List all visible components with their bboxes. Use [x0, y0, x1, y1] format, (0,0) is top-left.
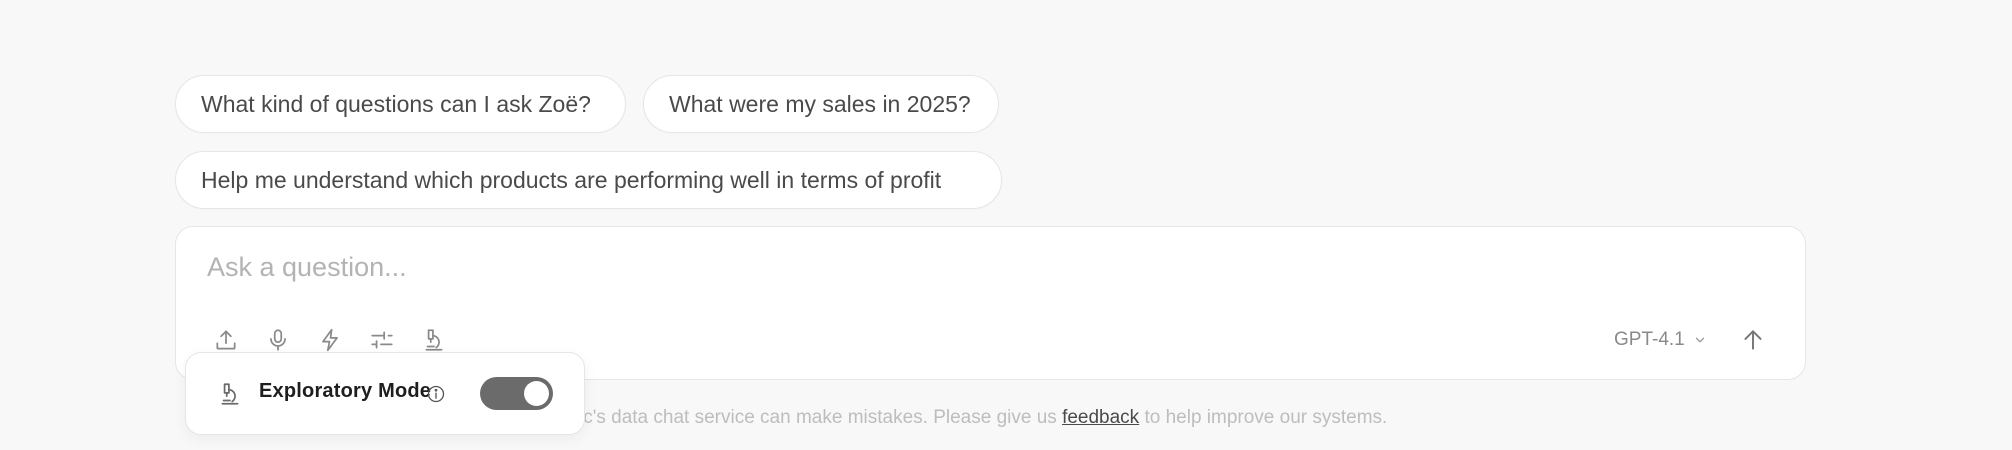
- model-selector[interactable]: GPT-4.1: [1614, 325, 1707, 355]
- question-input[interactable]: [207, 247, 1767, 287]
- info-icon[interactable]: [426, 384, 446, 404]
- microphone-icon: [270, 329, 286, 351]
- microscope-icon: [221, 383, 239, 405]
- lightning-icon: [322, 328, 338, 352]
- arrow-up-icon: [1744, 330, 1762, 350]
- disclaimer-before: lytic's data chat service can make mista…: [560, 407, 1063, 428]
- microscope-icon: [425, 329, 443, 351]
- send-button[interactable]: [1731, 318, 1775, 362]
- disclaimer-text: lytic's data chat service can make mista…: [560, 407, 1387, 429]
- chat-stage: What kind of questions can I ask Zoë? Wh…: [0, 0, 2012, 450]
- suggestion-chip[interactable]: Help me understand which products are pe…: [175, 151, 1002, 209]
- exploratory-mode-label: Exploratory Mode: [259, 380, 432, 402]
- upload-icon: [216, 330, 236, 350]
- suggestion-chip[interactable]: What kind of questions can I ask Zoë?: [175, 75, 626, 133]
- suggestion-label: What kind of questions can I ask Zoë?: [201, 90, 591, 117]
- exploratory-mode-toggle[interactable]: [480, 377, 553, 410]
- chevron-down-icon: [1695, 337, 1704, 343]
- feedback-link[interactable]: feedback: [1062, 407, 1139, 428]
- suggestion-label: Help me understand which products are pe…: [201, 166, 942, 193]
- sliders-icon: [371, 331, 393, 349]
- disclaimer-after: to help improve our systems.: [1139, 407, 1388, 428]
- suggestion-chip[interactable]: What were my sales in 2025?: [643, 75, 999, 133]
- model-name: GPT-4.1: [1614, 329, 1685, 350]
- suggestion-label: What were my sales in 2025?: [669, 90, 971, 117]
- exploratory-mode-popover: Exploratory Mode: [185, 352, 585, 435]
- toggle-knob: [524, 381, 549, 406]
